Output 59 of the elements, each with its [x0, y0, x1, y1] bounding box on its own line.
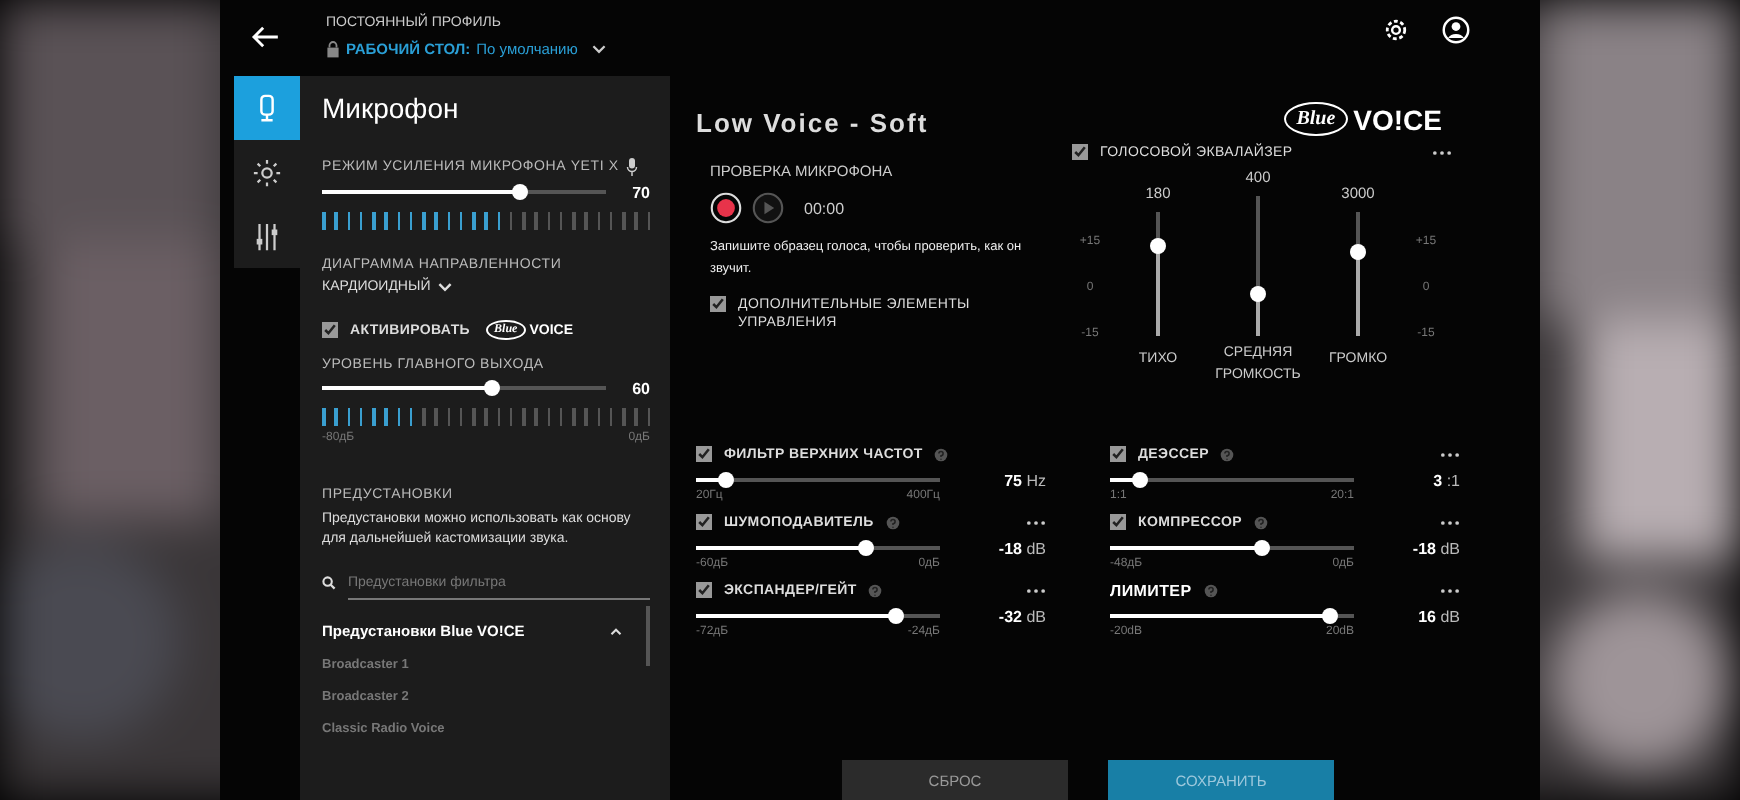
slider-thumb[interactable]: [1131, 472, 1148, 488]
help-icon[interactable]: [1253, 515, 1268, 529]
back-arrow-icon[interactable]: [250, 26, 280, 48]
equalizer-icon: [252, 221, 282, 251]
logo-badge: Blue: [1284, 102, 1348, 136]
checkbox[interactable]: [1110, 446, 1126, 462]
more-icon[interactable]: [1026, 519, 1046, 525]
more-icon[interactable]: [1026, 587, 1046, 593]
slider-thumb[interactable]: [858, 540, 875, 556]
sun-icon: [252, 157, 282, 187]
slider-thumb[interactable]: [1350, 243, 1366, 260]
effect-value: 16 dB: [1418, 607, 1460, 625]
effect-value: -18 dB: [998, 539, 1046, 557]
output-value: 60: [630, 379, 650, 397]
effect-value: 75 Hz: [1004, 471, 1046, 489]
effect-label: ЛИМИТЕР: [1110, 581, 1192, 599]
microphone-icon: [626, 158, 639, 176]
settings-icon[interactable]: [1382, 16, 1410, 44]
more-icon[interactable]: [1440, 587, 1460, 593]
search-icon: [322, 576, 336, 590]
record-button[interactable]: [710, 192, 742, 224]
slider-thumb[interactable]: [717, 472, 734, 488]
slider-thumb[interactable]: [1321, 608, 1338, 624]
slider-thumb[interactable]: [1150, 238, 1166, 255]
checkbox[interactable]: [1072, 144, 1088, 160]
caret-icon[interactable]: [610, 627, 622, 635]
slider-thumb[interactable]: [888, 608, 905, 624]
checkbox[interactable]: [696, 514, 712, 530]
scrollbar[interactable]: [646, 606, 650, 666]
effect-value: -32 dB: [998, 607, 1046, 625]
logo-text: VO!CE: [1353, 103, 1442, 135]
slider-thumb[interactable]: [484, 380, 501, 396]
chevron-icon: [438, 282, 453, 292]
play-button[interactable]: [752, 192, 784, 224]
more-icon[interactable]: [1440, 519, 1460, 525]
checkbox[interactable]: [1110, 514, 1126, 530]
user-icon[interactable]: [1442, 16, 1470, 44]
chevron-icon: [591, 44, 606, 54]
slider-thumb[interactable]: [512, 184, 529, 200]
help-icon[interactable]: [1220, 447, 1235, 461]
checkbox[interactable]: [710, 296, 726, 312]
help-icon[interactable]: [934, 447, 949, 461]
timer: 00:00: [804, 199, 845, 217]
gain-value: 70: [630, 183, 650, 201]
panel-title: Микрофон: [322, 92, 461, 124]
checkbox[interactable]: [696, 582, 712, 598]
help-icon[interactable]: [885, 515, 900, 529]
more-icon[interactable]: [1432, 149, 1452, 155]
effect-value: -18 dB: [1412, 539, 1460, 557]
slider-thumb[interactable]: [1253, 540, 1270, 556]
effect-value: 3 :1: [1433, 471, 1460, 489]
checkbox[interactable]: [322, 322, 338, 338]
checkbox[interactable]: [696, 446, 712, 462]
slider-thumb[interactable]: [1250, 286, 1266, 302]
help-icon[interactable]: [1203, 583, 1218, 597]
more-icon[interactable]: [1440, 451, 1460, 457]
preset-title: Low Voice - Soft: [696, 108, 931, 138]
lock-icon: [326, 40, 340, 58]
help-icon[interactable]: [868, 583, 883, 597]
